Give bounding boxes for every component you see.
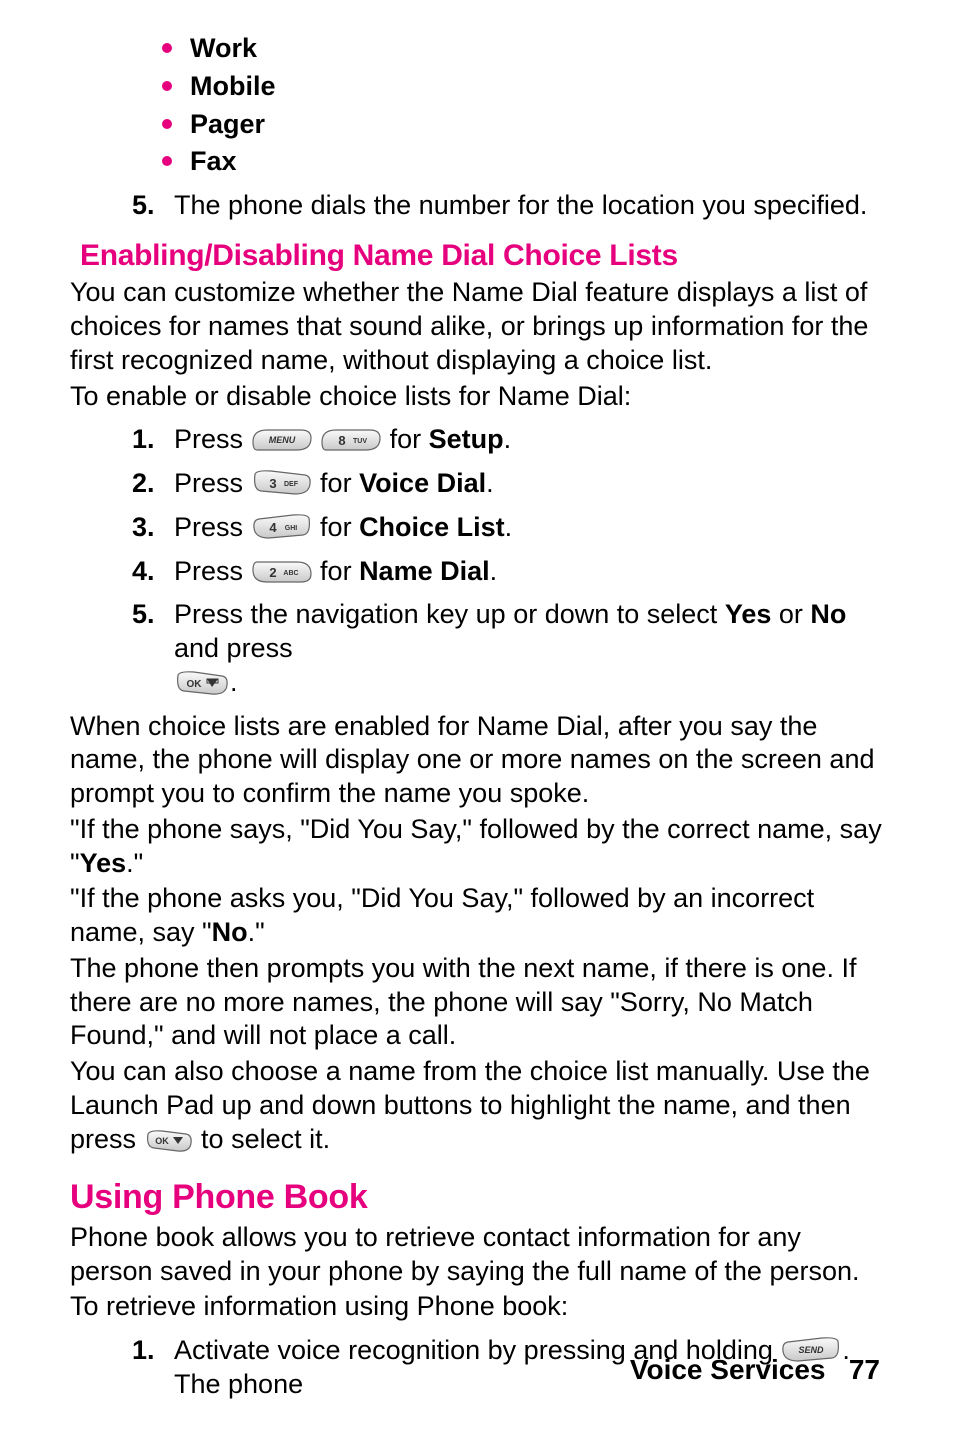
step-text-part: Press [174,556,251,586]
page-footer: Voice Services 77 [630,1352,880,1387]
step-number: 5. [132,598,155,632]
list-item: Work [160,32,884,66]
step-text-part: for [320,512,359,542]
bullet-label: Pager [190,109,265,139]
paragraph: "If the phone says, "Did You Say," follo… [70,813,884,881]
option-yes: Yes [80,848,127,878]
period: . [486,468,494,498]
paragraph: The phone then prompts you with the next… [70,952,884,1053]
list-item: 1. Press MENU 8 TUV for Setup. [132,423,884,457]
bullet-label: Work [190,33,257,63]
text-part: to select it. [201,1124,330,1154]
paragraph: To retrieve information using Phone book… [70,1290,884,1324]
svg-text:2: 2 [269,565,276,580]
period: . [490,556,498,586]
ok-key-icon: OK [144,1128,194,1154]
subsection-heading: Enabling/Disabling Name Dial Choice List… [80,237,884,275]
text-part: "If the phone asks you, "Did You Say," f… [70,883,814,947]
four-key-icon: 4 GHI [251,512,313,542]
list-item: Pager [160,108,884,142]
step-text-part: or [771,599,810,629]
menu-name: Setup [429,424,504,454]
svg-text:GHI: GHI [284,525,297,532]
svg-text:3: 3 [269,476,276,491]
svg-text:OK: OK [187,679,203,690]
step-text-part: and press [174,633,293,663]
paragraph: "If the phone asks you, "Did You Say," f… [70,882,884,950]
bullet-label: Fax [190,146,237,176]
step-text-part: for [320,468,359,498]
menu-name: Voice Dial [359,468,486,498]
three-key-icon: 3 DEF [251,468,313,498]
option-no: No [212,917,248,947]
location-bullets: Work Mobile Pager Fax [70,32,884,179]
step-number: 1. [132,1334,155,1368]
list-item: 5. The phone dials the number for the lo… [132,189,884,223]
step-number: 1. [132,423,155,457]
list-item: 5. Press the navigation key up or down t… [132,598,884,699]
svg-text:MENU: MENU [268,435,295,445]
menu-key-icon: MENU [251,426,313,454]
list-item: Mobile [160,70,884,104]
bullet-label: Mobile [190,71,276,101]
footer-page-number: 77 [849,1354,880,1385]
enable-steps: 1. Press MENU 8 TUV for Setup. 2. Press 3… [70,423,884,699]
svg-text:TUV: TUV [353,438,367,445]
svg-text:4: 4 [269,520,277,535]
step-number: 5. [132,189,155,223]
step-number: 3. [132,511,155,545]
paragraph: Phone book allows you to retrieve contac… [70,1221,884,1289]
text-part: "If the phone says, "Did You Say," follo… [70,814,882,878]
svg-text:OK: OK [155,1136,169,1146]
paragraph: When choice lists are enabled for Name D… [70,710,884,811]
top-step-list: 5. The phone dials the number for the lo… [70,189,884,223]
step-text-part: Press the navigation key up or down to s… [174,599,725,629]
eight-key-icon: 8 TUV [320,426,382,454]
svg-text:ABC: ABC [283,570,298,577]
step-text-part: for [320,556,359,586]
menu-name: Choice List [359,512,505,542]
step-text-part: Press [174,468,251,498]
section-heading: Using Phone Book [70,1176,884,1219]
list-item: Fax [160,145,884,179]
step-text-part: Press [174,512,251,542]
step-text-part: Press [174,424,251,454]
step-number: 4. [132,555,155,589]
svg-text:8: 8 [338,433,345,448]
footer-section: Voice Services [630,1354,826,1385]
list-item: 4. Press 2 ABC for Name Dial. [132,555,884,589]
menu-name: Name Dial [359,556,490,586]
svg-text:DEF: DEF [284,481,299,488]
step-text: The phone dials the number for the locat… [174,190,867,220]
option-yes: Yes [725,599,772,629]
step-number: 2. [132,467,155,501]
option-no: No [810,599,846,629]
paragraph: You can also choose a name from the choi… [70,1055,884,1156]
paragraph: You can customize whether the Name Dial … [70,276,884,377]
list-item: 3. Press 4 GHI for Choice List. [132,511,884,545]
period: . [504,424,512,454]
step-text-part: for [390,424,429,454]
text-part: ." [248,917,265,947]
paragraph: To enable or disable choice lists for Na… [70,380,884,414]
period: . [505,512,513,542]
list-item: 2. Press 3 DEF for Voice Dial. [132,467,884,501]
period: . [230,667,238,697]
text-part: ." [126,848,143,878]
two-key-icon: 2 ABC [251,558,313,586]
ok-key-icon: OK [174,669,230,697]
